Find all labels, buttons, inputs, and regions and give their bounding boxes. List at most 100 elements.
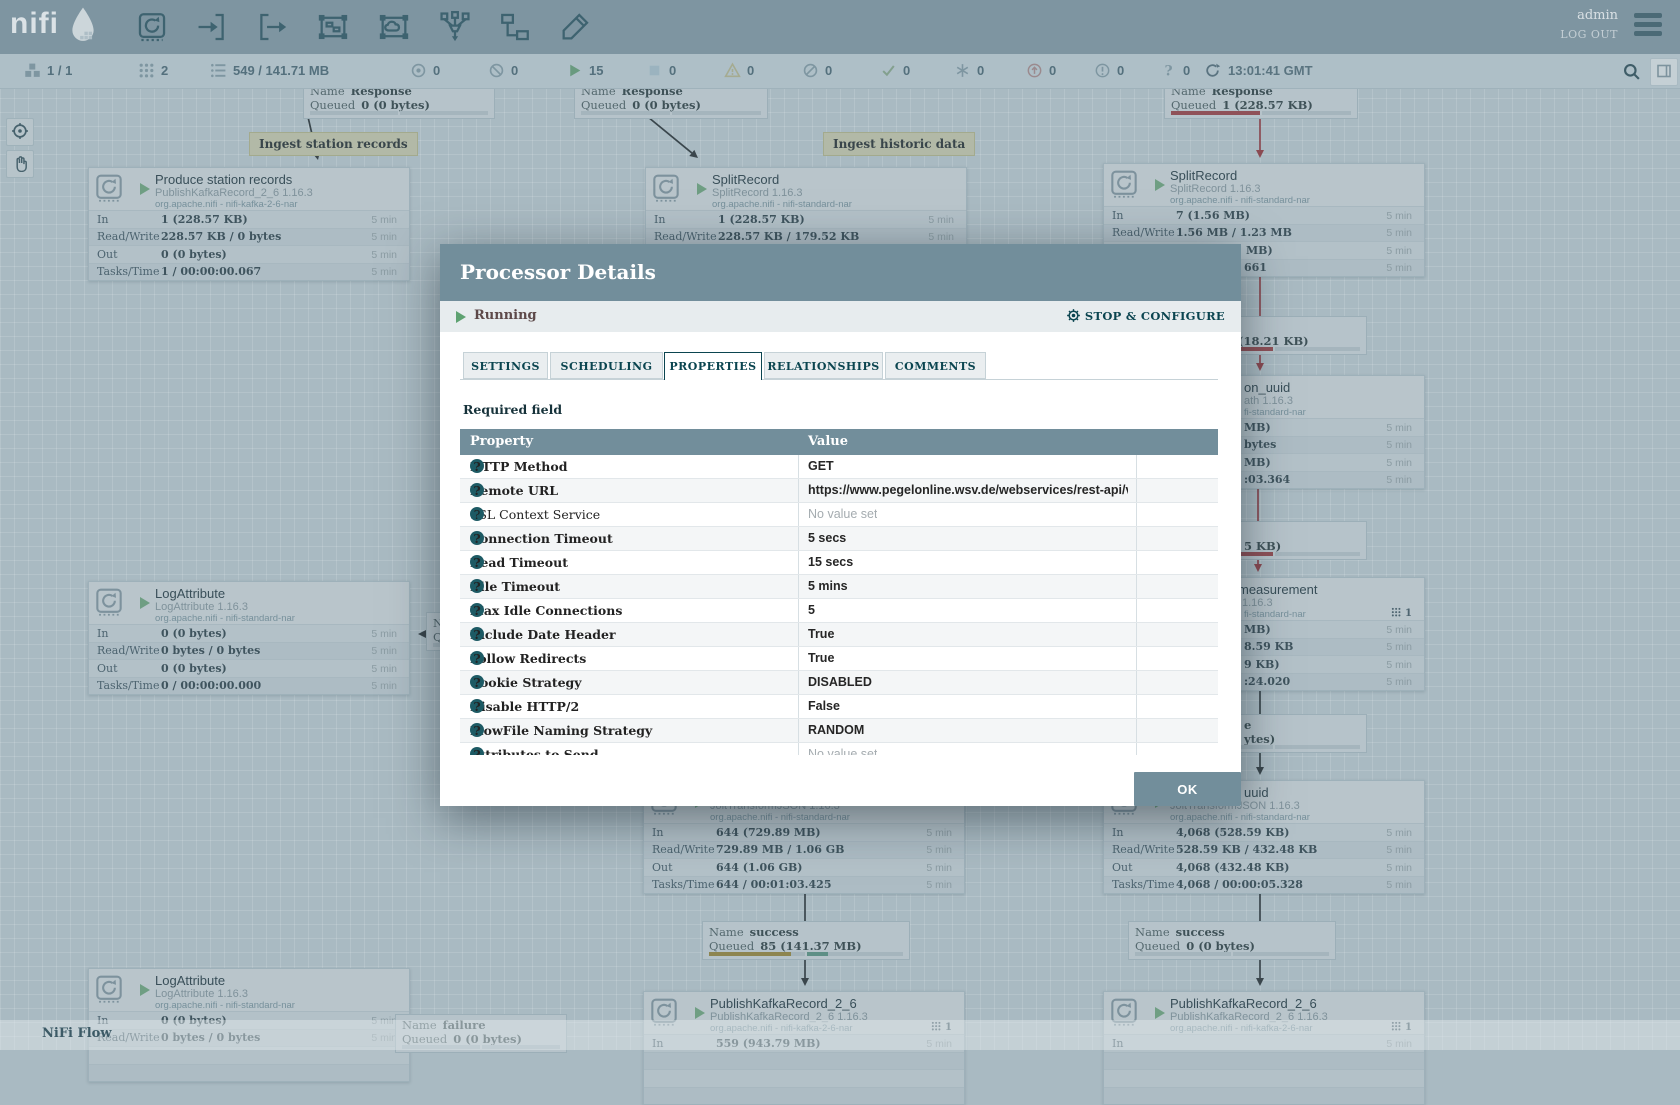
operate-palette-button[interactable] [6,150,34,178]
refresh-icon[interactable] [1204,62,1221,80]
breadcrumb[interactable]: NiFi Flow [42,1026,112,1041]
connection-name-label: Name [709,925,744,939]
help-icon[interactable]: ? [470,675,484,689]
help-icon[interactable]: ? [470,579,484,593]
property-row[interactable]: Connection Timeout?5 secs [460,527,1218,551]
property-row[interactable]: Remote URL?https://www.pegelonline.wsv.d… [460,479,1218,503]
stat-window: 5 min [371,663,397,675]
help-icon[interactable]: ? [470,699,484,713]
toolbar-processor-icon[interactable] [135,10,169,44]
property-value[interactable]: 5 secs [808,531,846,545]
property-row[interactable]: Cookie Strategy?DISABLED [460,671,1218,695]
processor[interactable]: LogAttributeLogAttribute 1.16.3org.apach… [88,581,410,695]
property-row[interactable]: Include Date Header?True [460,623,1218,647]
stat-window: 5 min [371,680,397,692]
property-value[interactable]: 5 [808,603,815,617]
toolbar-output-port-icon[interactable] [255,10,289,44]
processor-stat-row: Out0 (0 bytes)5 min [89,245,409,263]
property-value[interactable]: True [808,627,834,641]
property-value[interactable]: https://www.pegelonline.wsv.de/webservic… [808,483,1128,497]
property-row[interactable]: SSL Context Service?No value set [460,503,1218,527]
status-bar: 1 / 12549 / 141.71 MB00150000000?0 13:01… [0,54,1680,89]
help-icon[interactable]: ? [470,507,484,521]
queue-indicator-bar [1262,111,1351,115]
help-icon[interactable]: ? [470,723,484,737]
logout-link[interactable]: LOG OUT [1560,28,1618,41]
connection-label[interactable]: NamesuccessQueued0 (0 bytes) [1128,921,1336,960]
property-value[interactable]: 15 secs [808,555,853,569]
help-icon[interactable]: ? [470,459,484,473]
property-row[interactable]: HTTP Method?GET [460,455,1218,479]
property-value[interactable]: No value set [808,507,877,521]
processor-stat-row: In644 (729.89 MB)5 min [644,823,964,841]
toolbar-remote-process-group-icon[interactable] [377,10,411,44]
toolbar-input-port-icon[interactable] [195,10,229,44]
property-row[interactable]: Attributes to Send?No value set [460,743,1218,755]
property-row[interactable]: Disable HTTP/2?False [460,695,1218,719]
help-icon[interactable]: ? [470,555,484,569]
processor[interactable]: Produce station recordsPublishKafkaRecor… [88,167,410,281]
property-row[interactable]: Max Idle Connections?5 [460,599,1218,623]
navigate-palette-button[interactable] [6,118,34,146]
status-queued-count: 549 / 141.71 MB [233,63,329,78]
stat-value: 0 (0 bytes) [161,627,227,640]
status-disabled-count: 0 [825,63,832,78]
canvas-label-ingest-historic-data[interactable]: Ingest historic data [823,132,975,156]
tab-settings[interactable]: SETTINGS [463,352,548,379]
tab-properties[interactable]: PROPERTIES [664,352,762,380]
app-header: nifi admin LOG OUT [0,0,1680,54]
stop-and-configure-button[interactable]: STOP & CONFIGURE [1066,308,1225,323]
stat-label: Out [1112,861,1133,874]
navigate-icon [11,122,29,140]
processor-stat-row: Tasks/Time0 / 00:00:00.0005 min [89,677,409,695]
connection-queued-fragment: (18.21 KB) [1238,334,1309,348]
tab-relationships[interactable]: RELATIONSHIPS [764,352,883,379]
help-icon[interactable]: ? [470,747,484,755]
processor-stat-row: Read/Write228.57 KB / 179.52 KB5 min [646,228,966,246]
stat-value: bytes [1244,438,1276,451]
tab-comments[interactable]: COMMENTS [885,352,986,379]
tab-scheduling[interactable]: SCHEDULING [550,352,663,379]
property-value[interactable]: True [808,651,834,665]
toolbar-label-icon[interactable] [558,10,592,44]
search-icon[interactable] [1622,62,1641,86]
stat-value: 9 KB) [1244,658,1280,671]
canvas-label-ingest-station-records[interactable]: Ingest station records [249,132,418,156]
property-row[interactable]: Idle Timeout?5 mins [460,575,1218,599]
global-menu-icon[interactable] [1634,13,1662,40]
stat-window: 5 min [1386,827,1412,839]
property-row[interactable]: FlowFile Naming Strategy?RANDOM [460,719,1218,743]
stat-window: 5 min [926,827,952,839]
stat-window: 5 min [1386,676,1412,688]
property-value[interactable]: GET [808,459,834,473]
help-icon[interactable]: ? [470,531,484,545]
stat-window: 5 min [1386,844,1412,856]
property-value[interactable]: DISABLED [808,675,872,689]
sidebar-toggle-button[interactable] [1650,58,1678,86]
property-value[interactable]: RANDOM [808,723,864,737]
help-icon[interactable]: ? [470,603,484,617]
toolbar-process-group-icon[interactable] [316,10,350,44]
help-icon[interactable]: ? [470,651,484,665]
property-row[interactable]: Read Timeout?15 secs [460,551,1218,575]
help-icon[interactable]: ? [470,483,484,497]
property-value[interactable]: 5 mins [808,579,848,593]
ok-button[interactable]: OK [1134,772,1241,806]
connection-label[interactable]: NamesuccessQueued85 (141.37 MB) [702,921,910,960]
queue-indicator-bar [807,952,903,956]
stat-window: 5 min [926,879,952,891]
toolbar-funnel-icon[interactable] [438,10,472,44]
property-value[interactable]: False [808,699,840,713]
property-value[interactable]: No value set [808,747,877,755]
toolbar-template-icon[interactable] [498,10,532,44]
processor-details-dialog: Processor Details Running STOP & CONFIGU… [440,244,1241,806]
processor-name: measurement [1238,582,1317,597]
property-row[interactable]: Follow Redirects?True [460,647,1218,671]
properties-table-header: Property Value [460,429,1218,455]
connection-queued-label: Queued [709,939,754,953]
stat-window: 5 min [928,231,954,243]
stat-window: 5 min [1386,262,1412,274]
stat-label: Read/Write [1112,226,1175,239]
help-icon[interactable]: ? [470,627,484,641]
stat-value: 644 / 00:01:03.425 [716,878,831,891]
